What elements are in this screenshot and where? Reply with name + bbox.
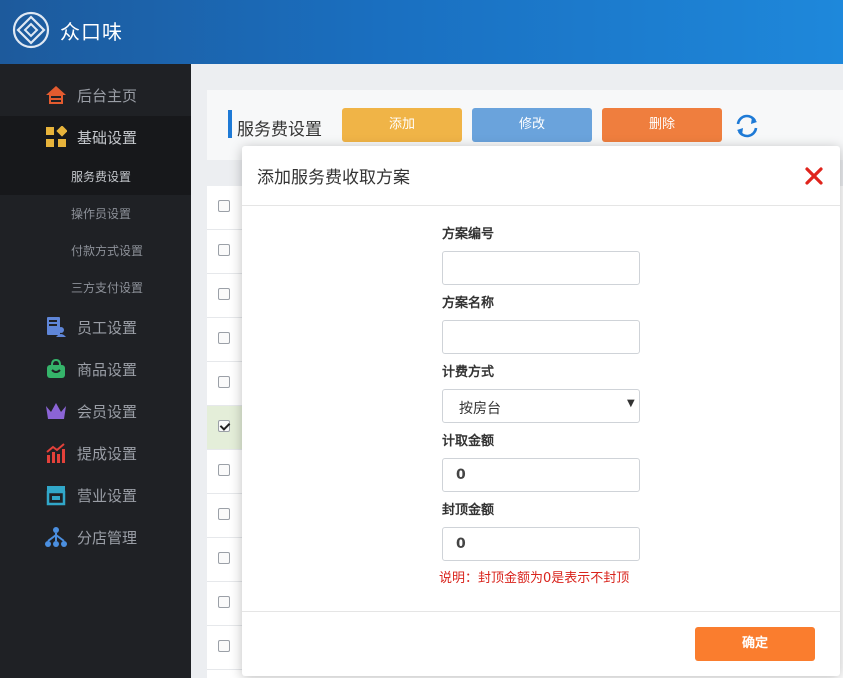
store-icon [46,486,66,506]
sidebar-subitem-label: 操作员设置 [71,207,132,221]
row-checkbox[interactable] [218,288,230,300]
cap-amount-label: 封顶金额 [442,503,495,518]
billing-method-label: 计费方式 [442,365,495,380]
row-checkbox[interactable] [218,244,230,256]
page-title: 服务费设置 [237,120,322,140]
table-row[interactable] [207,626,247,670]
sidebar-item-home[interactable]: 后台主页 [0,74,191,116]
row-checkbox[interactable] [218,552,230,564]
confirm-button[interactable]: 确定 [695,627,815,661]
sidebar-item-label: 后台主页 [77,87,138,105]
sidebar-item-business[interactable]: 营业设置 [0,474,191,516]
table-row[interactable] [207,274,247,318]
sidebar-subitem-service-fee[interactable]: 服务费设置 [0,158,191,195]
table-row[interactable] [207,494,247,538]
charge-amount-label: 计取金额 [442,434,495,449]
charge-amount-input[interactable]: 0 [442,458,640,492]
row-checkbox[interactable] [218,420,230,432]
app-title: 众口味 [60,20,123,44]
row-checkbox[interactable] [218,596,230,608]
plan-name-input[interactable] [442,320,640,354]
sidebar-item-commission[interactable]: 提成设置 [0,432,191,474]
table-row[interactable] [207,406,247,450]
delete-button[interactable]: 删除 [602,108,722,142]
title-accent-bar [228,110,232,138]
sidebar-item-basic-settings[interactable]: 基础设置 [0,116,191,158]
sidebar-subitem-label: 服务费设置 [71,170,132,184]
modal-header: 添加服务费收取方案 [242,146,840,206]
crown-icon [46,403,66,419]
row-checkbox[interactable] [218,640,230,652]
sidebar-item-staff[interactable]: 员工设置 [0,306,191,348]
sidebar-subitem-label: 付款方式设置 [71,244,144,258]
sidebar-item-label: 商品设置 [77,361,138,379]
table-row[interactable] [207,450,247,494]
row-checkbox[interactable] [218,464,230,476]
table-row[interactable] [207,318,247,362]
row-checkbox[interactable] [218,508,230,520]
sidebar-item-branches[interactable]: 分店管理 [0,516,191,558]
modal-footer-divider [242,611,840,612]
edit-button[interactable]: 修改 [472,108,592,142]
billing-method-select[interactable]: 按房台 ▼ [442,389,640,423]
sidebar-subitem-label: 三方支付设置 [71,281,144,295]
plan-code-label: 方案编号 [442,227,495,242]
table-row[interactable] [207,186,247,230]
shopping-bag-icon [47,358,65,378]
plan-name-label: 方案名称 [442,296,495,311]
row-checkbox[interactable] [218,200,230,212]
blocks-icon [46,126,67,147]
modal-title: 添加服务费收取方案 [257,168,410,188]
branch-tree-icon [45,527,67,547]
cap-note: 说明：封顶金额为0是表示不封顶 [439,571,630,586]
diamond-logo-icon [12,11,50,49]
plan-code-input[interactable] [442,251,640,285]
sidebar-item-label: 基础设置 [77,129,138,147]
staff-card-icon [47,317,66,337]
row-checkbox[interactable] [218,332,230,344]
table-row[interactable] [207,538,247,582]
sidebar-item-label: 分店管理 [77,529,138,547]
sidebar-item-label: 营业设置 [77,487,138,505]
close-icon[interactable] [802,164,826,188]
sidebar-subitem-third-party-pay[interactable]: 三方支付设置 [0,269,191,306]
sidebar-item-members[interactable]: 会员设置 [0,390,191,432]
row-checkbox[interactable] [218,376,230,388]
refresh-icon[interactable] [732,112,762,140]
billing-method-value: 按房台 [459,401,501,417]
sidebar: 后台主页 基础设置 服务费设置 操作员设置 付款方式设置 三方支付设置 员工设置 [0,64,191,678]
top-header: 众口味 [0,0,843,64]
sidebar-item-label: 员工设置 [77,319,138,337]
add-button[interactable]: 添加 [342,108,462,142]
table-row[interactable] [207,230,247,274]
sidebar-subitem-payment-method[interactable]: 付款方式设置 [0,232,191,269]
chevron-down-icon: ▼ [627,398,635,409]
house-icon [46,86,66,104]
sidebar-item-label: 提成设置 [77,445,138,463]
table-row[interactable] [207,362,247,406]
cap-amount-input[interactable]: 0 [442,527,640,561]
add-plan-modal: 添加服务费收取方案 方案编号 方案名称 计费方式 按房台 ▼ 计取金额 0 封顶… [242,146,840,676]
sidebar-item-goods[interactable]: 商品设置 [0,348,191,390]
sidebar-item-label: 会员设置 [77,403,138,421]
sidebar-subitem-operator[interactable]: 操作员设置 [0,195,191,232]
table-row[interactable] [207,582,247,626]
trend-up-icon [46,443,65,463]
